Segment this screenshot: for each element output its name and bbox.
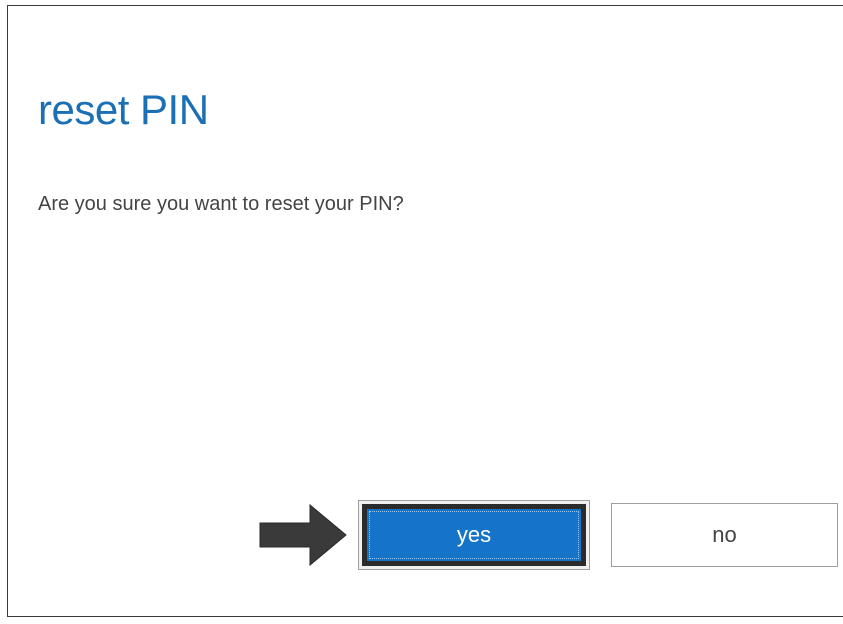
no-button[interactable]: no — [611, 503, 838, 567]
dialog-message: Are you sure you want to reset your PIN? — [38, 193, 404, 215]
yes-button[interactable]: yes — [358, 500, 590, 570]
yes-button-label: yes — [362, 504, 586, 566]
dialog-title: reset PIN — [38, 86, 209, 133]
right-arrow-icon — [258, 503, 348, 567]
